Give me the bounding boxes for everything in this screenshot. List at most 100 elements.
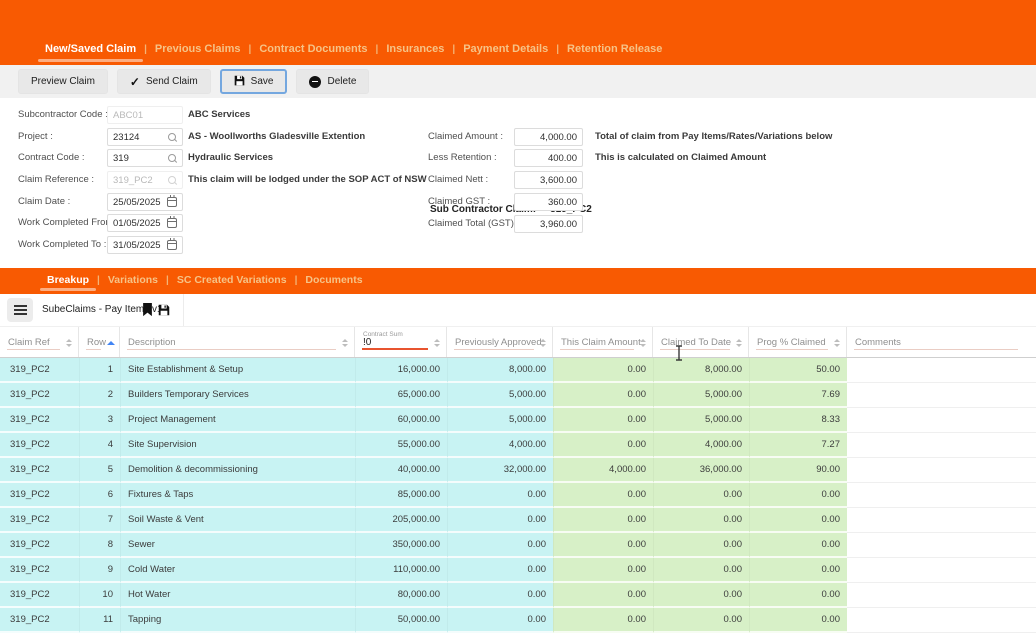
cell-comments[interactable] [847,558,1036,583]
cell-claim_ref[interactable]: 319_PC2 [0,508,79,533]
tab-breakup[interactable]: Breakup [47,274,89,286]
floppy-disk-icon[interactable] [158,303,170,321]
cell-comments[interactable] [847,608,1036,633]
cell-claim_ref[interactable]: 319_PC2 [0,383,79,408]
cell-this_claim[interactable]: 0.00 [553,608,653,633]
cell-description[interactable]: Cold Water [120,558,355,583]
less-retention-input[interactable]: 400.00 [514,149,583,167]
cell-prog_claimed[interactable]: 90.00 [749,458,847,483]
cell-row[interactable]: 9 [79,558,120,583]
bookmark-icon[interactable] [142,303,153,322]
cell-prog_claimed[interactable]: 0.00 [749,583,847,608]
cell-claim_ref[interactable]: 319_PC2 [0,558,79,583]
send-claim-button[interactable]: ✓Send Claim [117,69,211,94]
tab-variations[interactable]: Variations [108,274,158,286]
cell-claimed_to_date[interactable]: 36,000.00 [653,458,749,483]
cell-comments[interactable] [847,508,1036,533]
claimed-total-gst-input[interactable]: 3,960.00 [514,215,583,233]
cell-description[interactable]: Tapping [120,608,355,633]
delete-button[interactable]: Delete [296,69,369,94]
cell-row[interactable]: 4 [79,433,120,458]
claimed-amount-input[interactable]: 4,000.00 [514,128,583,146]
cell-prog_claimed[interactable]: 7.27 [749,433,847,458]
preview-claim-button[interactable]: Preview Claim [18,69,108,94]
cell-claimed_to_date[interactable]: 5,000.00 [653,383,749,408]
cell-row[interactable]: 3 [79,408,120,433]
cell-claimed_to_date[interactable]: 0.00 [653,533,749,558]
cell-description[interactable]: Soil Waste & Vent [120,508,355,533]
cell-claimed_to_date[interactable]: 0.00 [653,583,749,608]
cell-comments[interactable] [847,358,1036,383]
claimed-nett-input[interactable]: 3,600.00 [514,171,583,189]
column-header-row[interactable]: Row [79,327,120,357]
cell-this_claim[interactable]: 0.00 [553,483,653,508]
cell-prog_claimed[interactable]: 8.33 [749,408,847,433]
cell-contract_sum[interactable]: 110,000.00 [355,558,447,583]
cell-description[interactable]: Site Supervision [120,433,355,458]
column-header-claimed_to_date[interactable]: Claimed To Date [653,327,749,357]
cell-claim_ref[interactable]: 319_PC2 [0,583,79,608]
cell-contract_sum[interactable]: 16,000.00 [355,358,447,383]
cell-claimed_to_date[interactable]: 8,000.00 [653,358,749,383]
sort-icon[interactable] [834,339,841,348]
cell-contract_sum[interactable]: 350,000.00 [355,533,447,558]
tab-new-saved-claim[interactable]: New/Saved Claim [45,43,136,55]
cell-previously_approved[interactable]: 5,000.00 [447,408,553,433]
cell-comments[interactable] [847,408,1036,433]
cell-this_claim[interactable]: 0.00 [553,433,653,458]
tab-sc-created-variations[interactable]: SC Created Variations [177,274,287,286]
calendar-icon[interactable] [167,240,177,250]
cell-row[interactable]: 10 [79,583,120,608]
cell-comments[interactable] [847,383,1036,408]
cell-contract_sum[interactable]: 50,000.00 [355,608,447,633]
column-header-this_claim[interactable]: This Claim Amount [553,327,653,357]
cell-prog_claimed[interactable]: 7.69 [749,383,847,408]
cell-contract_sum[interactable]: 85,000.00 [355,483,447,508]
save-button[interactable]: Save [220,69,288,94]
cell-description[interactable]: Builders Temporary Services [120,383,355,408]
cell-claim_ref[interactable]: 319_PC2 [0,458,79,483]
cell-row[interactable]: 1 [79,358,120,383]
cell-claimed_to_date[interactable]: 0.00 [653,508,749,533]
tab-contract-documents[interactable]: Contract Documents [259,43,367,55]
sort-ascending-icon[interactable] [107,339,114,348]
claimed-gst-input[interactable]: 360.00 [514,193,583,211]
column-header-comments[interactable]: Comments [847,327,1036,357]
cell-description[interactable]: Site Establishment & Setup [120,358,355,383]
cell-previously_approved[interactable]: 8,000.00 [447,358,553,383]
sort-icon[interactable] [342,339,349,348]
column-header-description[interactable]: Description [120,327,355,357]
tab-retention-release[interactable]: Retention Release [567,43,662,55]
sort-icon[interactable] [540,339,547,348]
sort-icon[interactable] [66,339,73,348]
column-header-previously_approved[interactable]: Previously Approved [447,327,553,357]
cell-claim_ref[interactable]: 319_PC2 [0,533,79,558]
cell-description[interactable]: Fixtures & Taps [120,483,355,508]
cell-contract_sum[interactable]: 65,000.00 [355,383,447,408]
cell-contract_sum[interactable]: 55,000.00 [355,433,447,458]
column-header-contract_sum[interactable]: Contract Sum!0 [355,327,447,357]
hamburger-menu-button[interactable] [7,298,33,322]
cell-claimed_to_date[interactable]: 5,000.00 [653,408,749,433]
cell-row[interactable]: 8 [79,533,120,558]
cell-claim_ref[interactable]: 319_PC2 [0,358,79,383]
cell-this_claim[interactable]: 0.00 [553,533,653,558]
cell-description[interactable]: Hot Water [120,583,355,608]
cell-claim_ref[interactable]: 319_PC2 [0,608,79,633]
cell-prog_claimed[interactable]: 0.00 [749,533,847,558]
cell-contract_sum[interactable]: 205,000.00 [355,508,447,533]
cell-previously_approved[interactable]: 5,000.00 [447,383,553,408]
cell-previously_approved[interactable]: 0.00 [447,533,553,558]
cell-description[interactable]: Sewer [120,533,355,558]
tab-insurances[interactable]: Insurances [386,43,444,55]
cell-comments[interactable] [847,458,1036,483]
column-header-claim_ref[interactable]: Claim Ref [0,327,79,357]
cell-comments[interactable] [847,433,1036,458]
cell-contract_sum[interactable]: 40,000.00 [355,458,447,483]
tab-documents[interactable]: Documents [305,274,362,286]
cell-previously_approved[interactable]: 0.00 [447,608,553,633]
cell-description[interactable]: Demolition & decommissioning [120,458,355,483]
cell-previously_approved[interactable]: 0.00 [447,558,553,583]
cell-claim_ref[interactable]: 319_PC2 [0,483,79,508]
cell-row[interactable]: 2 [79,383,120,408]
